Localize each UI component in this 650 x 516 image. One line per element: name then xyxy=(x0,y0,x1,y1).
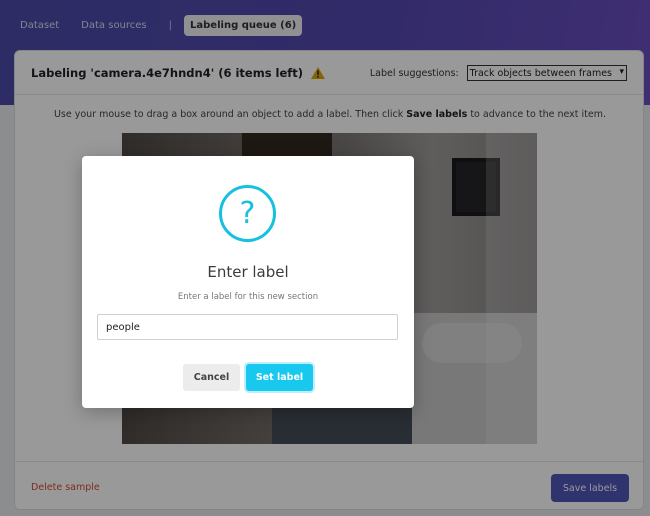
dialog-title: Enter label xyxy=(207,263,289,281)
label-input[interactable] xyxy=(97,314,398,340)
dialog-subtitle: Enter a label for this new section xyxy=(177,292,319,302)
cancel-button[interactable]: Cancel xyxy=(183,364,240,391)
enter-label-dialog: ? Enter label Enter a label for this new… xyxy=(82,156,414,408)
question-circle-icon: ? xyxy=(219,185,276,242)
set-label-button[interactable]: Set label xyxy=(246,364,313,391)
